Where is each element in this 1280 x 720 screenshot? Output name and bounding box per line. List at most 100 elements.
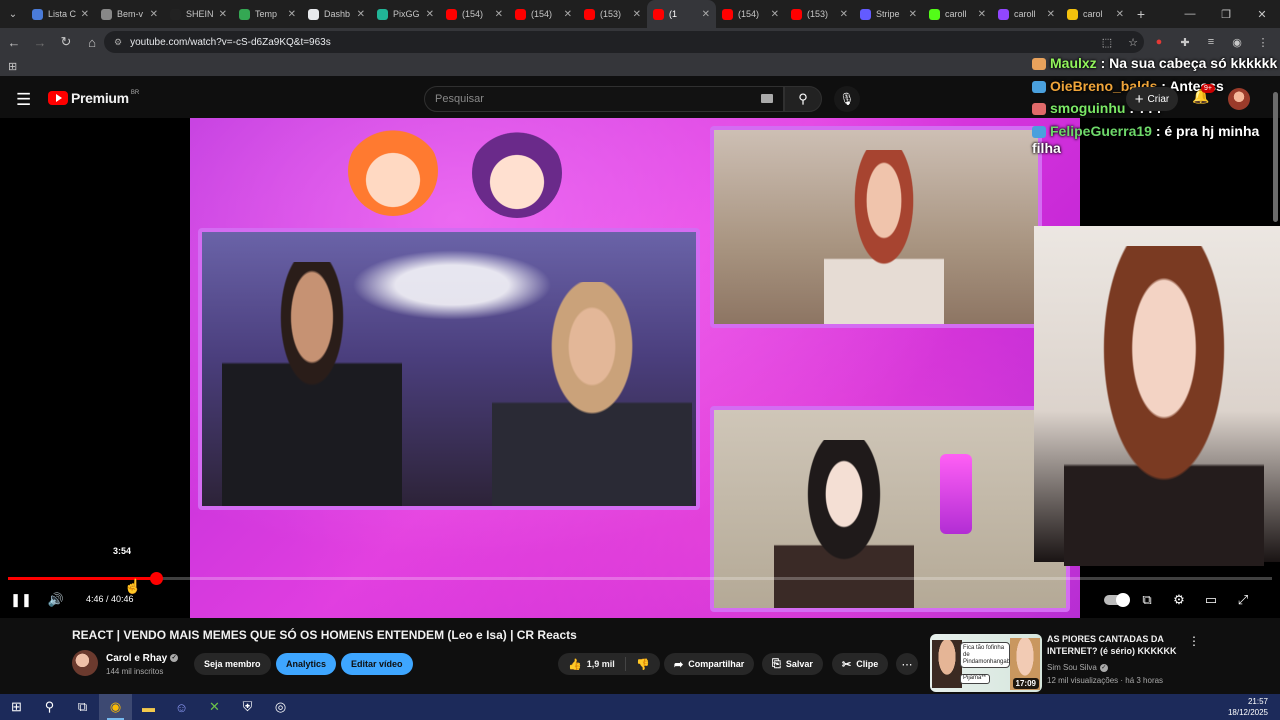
apps-grid-icon[interactable]: ⊞ <box>8 60 17 73</box>
tab-close-icon[interactable]: ✕ <box>771 9 779 20</box>
minimize-icon[interactable]: — <box>1172 0 1208 28</box>
tab-close-icon[interactable]: ✕ <box>564 9 572 20</box>
bookmark-star-icon[interactable]: ☆ <box>1122 30 1144 54</box>
site-info-icon[interactable]: ⚙ <box>114 37 122 48</box>
page-scrollbar[interactable] <box>1272 82 1279 232</box>
tab-close-icon[interactable]: ✕ <box>150 9 158 20</box>
recommended-video[interactable]: Fica tão fofinha de Pindamonhangaba Pija… <box>930 634 1200 692</box>
profile-icon[interactable]: ◉ <box>1226 30 1248 54</box>
browser-tab[interactable]: Stripe ✕ <box>854 0 923 28</box>
home-icon[interactable]: ⌂ <box>80 30 104 54</box>
xbox-icon[interactable]: ✕ <box>198 694 231 720</box>
browser-tab[interactable]: (1 ✕ <box>647 0 716 28</box>
browser-tab[interactable]: (153) ✕ <box>785 0 854 28</box>
tab-close-icon[interactable]: ✕ <box>81 9 89 20</box>
browser-tab[interactable]: carol ✕ <box>1061 0 1130 28</box>
account-avatar[interactable] <box>1228 88 1250 110</box>
close-window-icon[interactable]: ✕ <box>1244 0 1280 28</box>
tab-close-icon[interactable]: ✕ <box>426 9 434 20</box>
tab-close-icon[interactable]: ✕ <box>840 9 848 20</box>
notifications-bell-icon[interactable]: 🔔 9+ <box>1192 84 1215 105</box>
browser-tab[interactable]: Dashb ✕ <box>302 0 371 28</box>
system-clock[interactable]: 21:57 18/12/2025 <box>1228 696 1268 718</box>
youtube-logo[interactable]: Premium BR <box>48 90 139 106</box>
search-icon[interactable]: ⚲ <box>784 86 822 112</box>
tab-close-icon[interactable]: ✕ <box>633 9 641 20</box>
tab-favicon-icon <box>860 8 871 20</box>
browser-tab[interactable]: (154) ✕ <box>509 0 578 28</box>
new-tab-icon[interactable]: + <box>1130 6 1152 22</box>
browser-tab[interactable]: SHEIN ✕ <box>164 0 233 28</box>
progress-scrubber[interactable] <box>149 572 163 585</box>
chrome-taskbar-icon[interactable]: ◉ <box>99 694 132 720</box>
extensions-puzzle-icon[interactable]: ✚ <box>1174 30 1196 54</box>
tab-close-icon[interactable]: ✕ <box>702 9 710 20</box>
taskbar-search-icon[interactable]: ⚲ <box>33 694 66 720</box>
analytics-button[interactable]: Analytics <box>276 653 337 675</box>
join-button[interactable]: Seja membro <box>194 653 271 675</box>
maximize-icon[interactable]: ❐ <box>1208 0 1244 28</box>
browser-menu-icon[interactable]: ⋮ <box>1252 30 1274 54</box>
edit-video-button[interactable]: Editar vídeo <box>341 653 413 675</box>
task-view-icon[interactable]: ⧉ <box>66 694 99 720</box>
browser-tab[interactable]: caroll ✕ <box>992 0 1061 28</box>
browser-tab[interactable]: caroll ✕ <box>923 0 992 28</box>
tab-close-icon[interactable]: ✕ <box>219 9 227 20</box>
microphone-icon[interactable]: 🎙 <box>834 86 860 112</box>
file-explorer-icon[interactable]: ▬ <box>132 694 165 720</box>
save-button[interactable]: ⎘ Salvar <box>762 653 823 675</box>
tab-close-icon[interactable]: ✕ <box>909 9 917 20</box>
tab-close-icon[interactable]: ✕ <box>978 9 986 20</box>
progress-bar[interactable] <box>8 572 1272 585</box>
like-button[interactable]: 👍 1,9 mil <box>558 657 626 671</box>
recommended-thumbnail[interactable]: Fica tão fofinha de Pindamonhangaba Pija… <box>930 634 1042 692</box>
pause-icon[interactable]: ❚❚ <box>10 590 32 610</box>
browser-tab[interactable]: Temp ✕ <box>233 0 302 28</box>
recommended-channel[interactable]: Sim Sou Silva ✓ <box>1047 663 1108 672</box>
channel-avatar[interactable] <box>72 650 98 676</box>
recommended-title[interactable]: AS PIORES CANTADAS DA INTERNET? (é sério… <box>1047 634 1187 657</box>
create-button[interactable]: + Criar <box>1126 87 1178 111</box>
video-player[interactable] <box>0 118 1280 618</box>
recommended-menu-icon[interactable]: ⋮ <box>1188 634 1200 648</box>
forward-icon[interactable]: → <box>28 30 52 54</box>
browser-tab[interactable]: PixGG ✕ <box>371 0 440 28</box>
hamburger-menu-icon[interactable]: ☰ <box>16 90 31 110</box>
back-icon[interactable]: ← <box>2 30 26 54</box>
browser-tab[interactable]: (154) ✕ <box>716 0 785 28</box>
browser-tab[interactable]: Bem-v ✕ <box>95 0 164 28</box>
fullscreen-icon[interactable]: ⤢ <box>1232 590 1254 610</box>
address-bar[interactable]: ⚙ youtube.com/watch?v=-cS-d6Za9KQ&t=963s <box>104 31 1144 53</box>
browser-tab[interactable]: (153) ✕ <box>578 0 647 28</box>
clip-button[interactable]: ✂ Clipe <box>832 653 889 675</box>
obs-icon[interactable]: ◎ <box>264 694 297 720</box>
keyboard-icon[interactable] <box>761 94 773 103</box>
share-button[interactable]: ➦ Compartilhar <box>664 653 755 675</box>
tab-label: SHEIN <box>186 9 214 19</box>
extension-icon[interactable]: ● <box>1148 30 1170 54</box>
tab-close-icon[interactable]: ✕ <box>1116 9 1124 20</box>
autoplay-toggle[interactable] <box>1104 593 1130 607</box>
subtitles-icon[interactable]: ⧉ <box>1136 590 1158 610</box>
search-input[interactable]: Pesquisar <box>424 86 784 112</box>
tab-close-icon[interactable]: ✕ <box>288 9 296 20</box>
discord-icon[interactable]: ☺ <box>165 694 198 720</box>
settings-gear-icon[interactable]: ⚙ <box>1168 590 1190 610</box>
channel-name[interactable]: Carol e Rhay ✓ <box>106 653 179 664</box>
media-icon[interactable]: ≡ <box>1200 30 1222 54</box>
reload-icon[interactable]: ↻ <box>54 30 78 54</box>
tab-close-icon[interactable]: ✕ <box>1047 9 1055 20</box>
vpn-shield-icon[interactable]: ⛨ <box>231 694 264 720</box>
tab-search-icon[interactable]: ⌄ <box>0 0 26 28</box>
dislike-button[interactable]: 👎 <box>626 658 660 671</box>
install-icon[interactable]: ⬚ <box>1096 30 1118 54</box>
tab-close-icon[interactable]: ✕ <box>357 9 365 20</box>
windows-start-icon[interactable]: ⊞ <box>0 694 33 720</box>
volume-icon[interactable]: 🔊 <box>45 590 67 610</box>
browser-tab[interactable]: Lista C ✕ <box>26 0 95 28</box>
theater-mode-icon[interactable]: ▭ <box>1200 590 1222 610</box>
scrollbar-thumb[interactable] <box>1273 92 1278 222</box>
tab-close-icon[interactable]: ✕ <box>495 9 503 20</box>
browser-tab[interactable]: (154) ✕ <box>440 0 509 28</box>
more-actions-icon[interactable]: ⋯ <box>896 653 918 675</box>
